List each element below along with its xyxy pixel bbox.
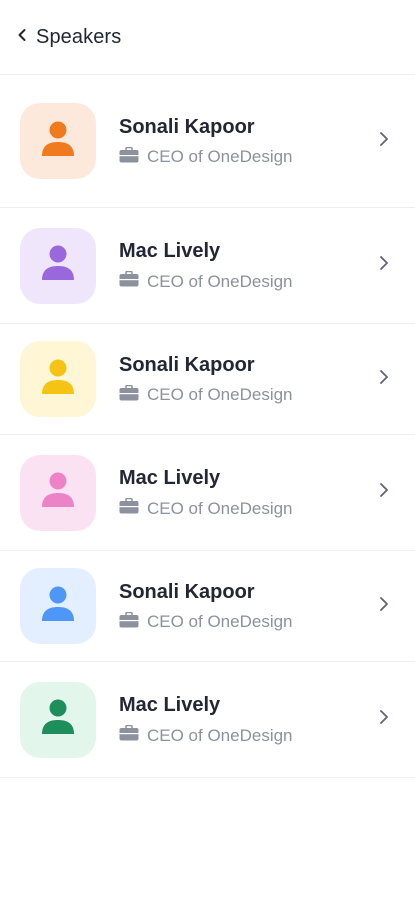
speaker-role: CEO of OneDesign — [119, 146, 379, 168]
speaker-role-text: CEO of OneDesign — [147, 385, 293, 404]
person-icon — [41, 586, 75, 627]
chevron-right-icon — [379, 369, 389, 390]
speaker-name: Mac Lively — [119, 240, 221, 262]
speaker-role: CEO of OneDesign — [119, 270, 379, 292]
speaker-row[interactable]: Mac Lively CEO of OneDesign — [0, 208, 415, 324]
avatar — [20, 681, 96, 758]
briefcase-icon — [119, 384, 139, 406]
chevron-right-icon — [379, 131, 389, 152]
chevron-right-icon — [379, 596, 389, 617]
speaker-role: CEO of OneDesign — [119, 724, 379, 746]
speaker-role-text: CEO of OneDesign — [147, 498, 293, 518]
speaker-name: Sonali Kapoor — [119, 115, 255, 138]
chevron-right-icon — [379, 255, 389, 276]
speaker-role: CEO of OneDesign — [119, 497, 379, 519]
briefcase-icon — [119, 270, 139, 292]
avatar — [20, 568, 96, 644]
person-icon — [41, 121, 75, 162]
speaker-row[interactable]: Mac Lively CEO of OneDesign — [0, 435, 415, 551]
speaker-row[interactable]: Mac Lively CEO of OneDesign — [0, 662, 415, 778]
avatar — [20, 341, 96, 417]
avatar — [20, 454, 96, 531]
person-icon — [41, 245, 75, 286]
briefcase-icon — [119, 724, 139, 746]
speaker-role-text: CEO of OneDesign — [147, 147, 293, 166]
chevron-right-icon — [379, 482, 389, 503]
header: Speakers — [0, 0, 415, 75]
speaker-row[interactable]: Sonali Kapoor CEO of OneDesign — [0, 75, 415, 208]
briefcase-icon — [119, 497, 139, 519]
speaker-name: Sonali Kapoor — [119, 353, 255, 376]
avatar — [20, 227, 96, 304]
person-icon — [41, 699, 75, 740]
chevron-right-icon — [379, 709, 389, 730]
person-icon — [41, 359, 75, 400]
speaker-list: Sonali Kapoor CEO of OneDesign Mac Livel… — [0, 75, 415, 778]
speaker-name: Mac Lively — [119, 467, 221, 489]
speaker-row[interactable]: Sonali Kapoor CEO of OneDesign — [0, 551, 415, 662]
briefcase-icon — [119, 611, 139, 633]
briefcase-icon — [119, 146, 139, 168]
chevron-left-icon — [16, 28, 28, 47]
speaker-name: Mac Lively — [119, 694, 221, 716]
speaker-role-text: CEO of OneDesign — [147, 271, 293, 291]
speaker-role-text: CEO of OneDesign — [147, 612, 293, 631]
speaker-role-text: CEO of OneDesign — [147, 725, 293, 745]
page-title: Speakers — [36, 25, 122, 48]
speaker-role: CEO of OneDesign — [119, 384, 379, 406]
speaker-name: Sonali Kapoor — [119, 580, 255, 603]
speaker-row[interactable]: Sonali Kapoor CEO of OneDesign — [0, 324, 415, 435]
speaker-role: CEO of OneDesign — [119, 611, 379, 633]
avatar — [20, 103, 96, 179]
person-icon — [41, 472, 75, 513]
back-button[interactable]: Speakers — [16, 26, 121, 49]
